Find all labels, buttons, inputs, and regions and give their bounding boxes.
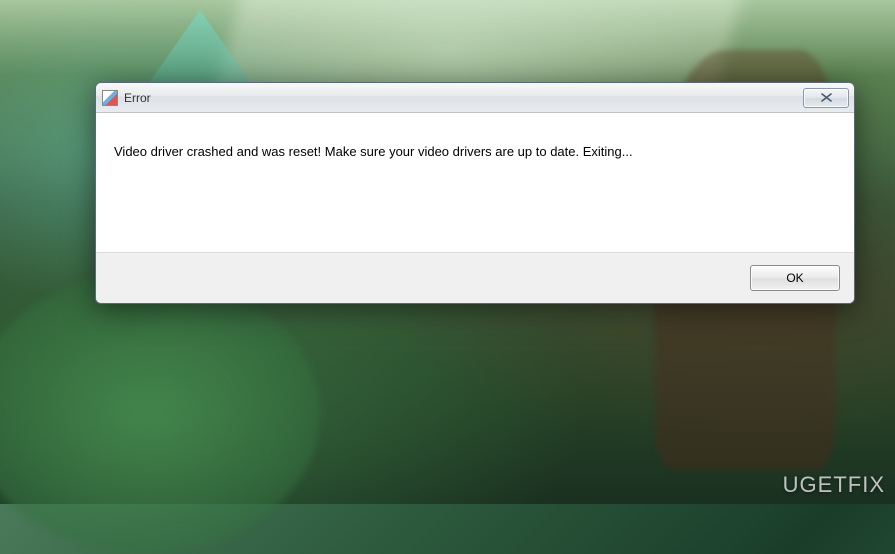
dialog-titlebar[interactable]: Error (96, 83, 854, 113)
error-dialog: Error Video driver crashed and was reset… (95, 82, 855, 304)
dialog-title: Error (124, 91, 151, 105)
dialog-body: Video driver crashed and was reset! Make… (96, 113, 854, 253)
watermark-text: UGETFIX (783, 472, 885, 497)
app-icon (102, 90, 118, 106)
ok-button[interactable]: OK (750, 265, 840, 291)
error-message: Video driver crashed and was reset! Make… (114, 143, 836, 162)
watermark: UGETFIX (783, 472, 885, 498)
close-button[interactable] (803, 88, 849, 108)
close-icon (821, 93, 832, 102)
dialog-footer: OK (96, 253, 854, 303)
